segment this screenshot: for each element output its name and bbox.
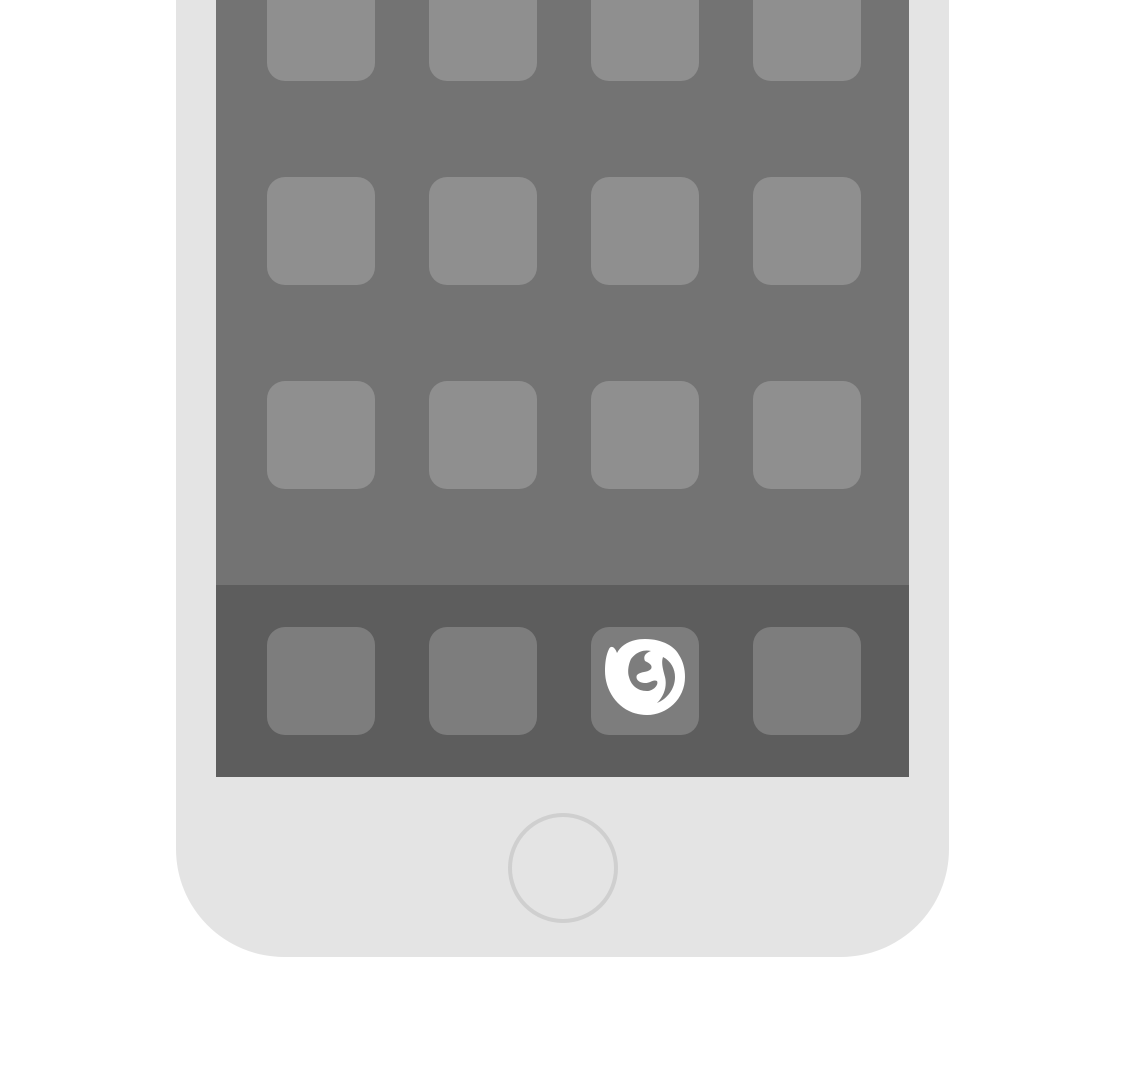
app-placeholder-icon[interactable]: [753, 0, 861, 81]
app-grid: [216, 0, 909, 585]
dock-app-placeholder-icon[interactable]: [429, 627, 537, 735]
app-placeholder-icon[interactable]: [267, 177, 375, 285]
app-placeholder-icon[interactable]: [267, 0, 375, 81]
app-placeholder-icon[interactable]: [429, 177, 537, 285]
app-placeholder-icon[interactable]: [267, 381, 375, 489]
app-placeholder-icon[interactable]: [591, 0, 699, 81]
firefox-logo-icon: [605, 639, 685, 715]
home-button[interactable]: [508, 813, 618, 923]
dock: [216, 585, 909, 777]
app-placeholder-icon[interactable]: [591, 381, 699, 489]
home-screen: [216, 0, 909, 777]
app-placeholder-icon[interactable]: [429, 0, 537, 81]
app-placeholder-icon[interactable]: [753, 177, 861, 285]
dock-app-placeholder-icon[interactable]: [753, 627, 861, 735]
app-placeholder-icon[interactable]: [591, 177, 699, 285]
dock-app-placeholder-icon[interactable]: [267, 627, 375, 735]
firefox-icon[interactable]: [591, 627, 699, 735]
app-placeholder-icon[interactable]: [429, 381, 537, 489]
app-placeholder-icon[interactable]: [753, 381, 861, 489]
